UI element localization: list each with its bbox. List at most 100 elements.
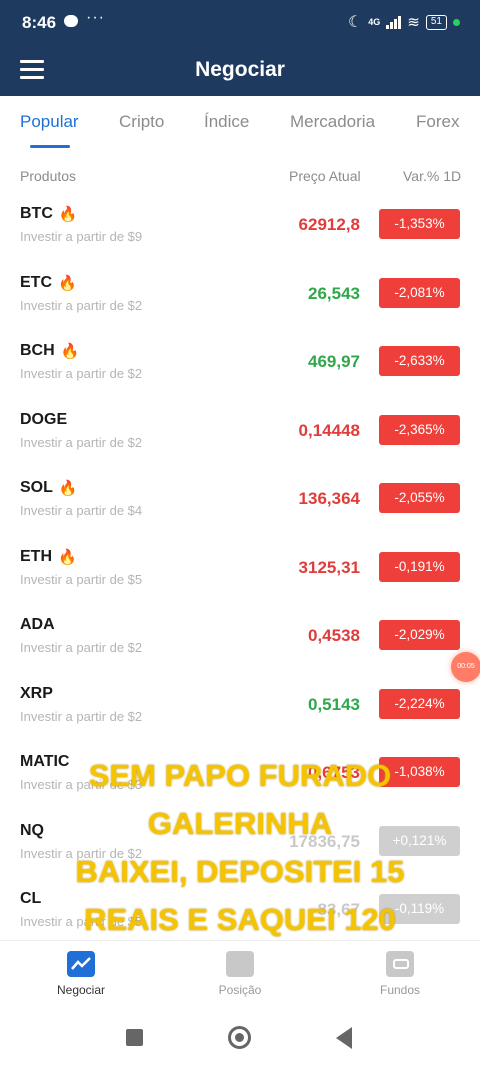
row-symbol: ADA	[20, 616, 55, 634]
wifi-icon: ≋	[407, 14, 420, 31]
row-min-invest: Investir a partir de $5	[20, 914, 143, 929]
nav-negociar[interactable]: Negociar	[31, 951, 131, 997]
nav-label: Negociar	[56, 983, 106, 997]
tab-forex[interactable]: Forex	[416, 112, 459, 132]
home-icon[interactable]	[228, 1026, 251, 1049]
row-min-invest: Investir a partir de $2	[20, 297, 143, 313]
change-badge[interactable]: -0,191%	[379, 551, 460, 582]
change-badge[interactable]: -2,224%	[379, 688, 460, 719]
row-price: 469,97	[308, 352, 360, 371]
table-row[interactable]: BCH 🔥 Investir a partir de $2 469,97 -2,633%	[0, 342, 480, 410]
back-icon[interactable]	[336, 1027, 352, 1049]
nav-label: Fundos	[379, 983, 421, 997]
row-min-invest: Investir a partir de $2	[20, 434, 143, 450]
bottom-navigation: Negociar Posição Fundos	[0, 940, 480, 1010]
battery-icon: 51	[425, 14, 447, 30]
row-symbol: SOL 🔥	[20, 479, 78, 497]
row-price: 0,5143	[308, 694, 360, 714]
network-type: 4G	[368, 17, 381, 27]
page-title: Negociar	[195, 58, 285, 81]
row-price: 0,14448	[298, 420, 360, 440]
nav-fundos[interactable]: Fundos	[350, 951, 450, 997]
table-row[interactable]: BTC 🔥 Investir a partir de $9 62912,8 -1,353…	[0, 205, 480, 273]
symbol-label: ETC	[20, 273, 52, 291]
column-header-change: Var.% 1D	[403, 168, 462, 184]
change-badge[interactable]: -2,055%	[379, 483, 460, 513]
signal-icon	[386, 15, 402, 29]
column-header-product: Produtos	[20, 168, 77, 184]
table-row[interactable]: ETH 🔥 Investir a partir de $5 3125,31 -0,191…	[0, 548, 480, 616]
table-row[interactable]: ETC 🔥 Investir a partir de $2 26,543 -2,081%	[0, 274, 480, 342]
row-price: 3125,31	[298, 557, 360, 577]
symbol-label: DOGE	[20, 410, 68, 428]
row-price: 0,6753	[308, 763, 360, 782]
row-price: 83,67	[317, 900, 360, 919]
row-min-invest: Investir a partir de $2	[20, 845, 143, 861]
row-symbol: BTC 🔥	[20, 205, 78, 223]
row-symbol: ETC 🔥	[20, 274, 77, 292]
fire-icon: 🔥	[58, 480, 78, 497]
row-min-invest: Investir a partir de $9	[20, 229, 143, 244]
symbol-label: NQ	[20, 821, 44, 839]
change-badge[interactable]: -2,081%	[379, 277, 460, 308]
row-symbol: MATIC	[20, 753, 69, 771]
tab-mercadoria[interactable]: Mercadoria	[290, 112, 375, 132]
row-min-invest: Investir a partir de $2	[20, 640, 143, 655]
row-symbol: XRP	[20, 685, 53, 703]
change-badge[interactable]: -2,365%	[379, 414, 460, 445]
table-row[interactable]: DOGE Investir a partir de $2 0,14448 -2,365…	[0, 411, 480, 479]
symbol-label: XRP	[20, 684, 53, 702]
tab-indice[interactable]: Índice	[204, 112, 249, 132]
row-price: 26,543	[308, 283, 360, 303]
table-row[interactable]: MATIC Investir a partir de $3 0,6753 -1,038…	[0, 753, 480, 821]
row-symbol: DOGE	[20, 411, 67, 429]
row-symbol: NQ	[20, 822, 44, 840]
row-symbol: BCH 🔥	[20, 342, 79, 360]
row-price: 136,364	[298, 489, 360, 508]
floating-timer-button[interactable]: 00:05	[451, 652, 480, 682]
fire-icon: 🔥	[60, 343, 80, 360]
tab-popular[interactable]: Popular	[20, 112, 79, 132]
row-symbol: CL	[20, 890, 41, 908]
recent-apps-icon[interactable]	[126, 1029, 143, 1046]
row-price: 0,4538	[308, 626, 360, 645]
row-min-invest: Investir a partir de $3	[20, 777, 143, 792]
row-price: 62912,8	[298, 215, 360, 234]
table-row[interactable]: XRP Investir a partir de $2 0,5143 -2,224%	[0, 685, 480, 753]
status-icons: ☾ 4G ≋ 51	[348, 12, 460, 32]
row-min-invest: Investir a partir de $2	[20, 708, 143, 724]
do-not-disturb-icon: ☾	[347, 14, 363, 31]
change-badge[interactable]: -2,029%	[379, 620, 460, 650]
category-tabs: Popular Cripto Índice Mercadoria Forex	[0, 96, 480, 150]
position-icon	[226, 951, 254, 977]
row-min-invest: Investir a partir de $5	[20, 571, 143, 587]
system-navigation-bar	[0, 1010, 480, 1066]
wallet-icon	[386, 951, 414, 977]
nav-label: Posição	[218, 983, 262, 997]
camera-indicator-icon	[453, 18, 460, 26]
symbol-label: CL	[20, 890, 42, 907]
row-min-invest: Investir a partir de $2	[20, 366, 143, 381]
table-row[interactable]: NQ Investir a partir de $2 17836,75 +0,121%	[0, 822, 480, 890]
more-notifications-icon: ···	[86, 9, 105, 26]
change-badge[interactable]: -1,353%	[379, 209, 460, 239]
row-price: 17836,75	[289, 831, 360, 851]
symbol-label: BCH	[20, 342, 55, 359]
change-badge[interactable]: +0,121%	[379, 825, 460, 856]
change-badge[interactable]: -0,119%	[379, 894, 460, 924]
status-bar: 8:46 ··· ☾ 4G ≋ 51	[0, 0, 480, 46]
active-tab-indicator	[30, 145, 70, 148]
nav-posicao[interactable]: Posição	[190, 951, 290, 997]
symbol-label: BTC	[20, 205, 53, 222]
table-row[interactable]: SOL 🔥 Investir a partir de $4 136,364 -2,055…	[0, 479, 480, 547]
symbol-label: ADA	[20, 616, 55, 633]
tab-cripto[interactable]: Cripto	[119, 112, 164, 132]
status-time: 8:46	[22, 13, 57, 32]
change-badge[interactable]: -2,633%	[379, 346, 460, 376]
symbol-label: ETH	[20, 547, 52, 565]
symbol-label: MATIC	[20, 753, 70, 770]
fire-icon: 🔥	[58, 274, 77, 292]
row-min-invest: Investir a partir de $4	[20, 503, 143, 518]
table-row[interactable]: ADA Investir a partir de $2 0,4538 -2,029%	[0, 616, 480, 684]
change-badge[interactable]: -1,038%	[379, 757, 460, 787]
